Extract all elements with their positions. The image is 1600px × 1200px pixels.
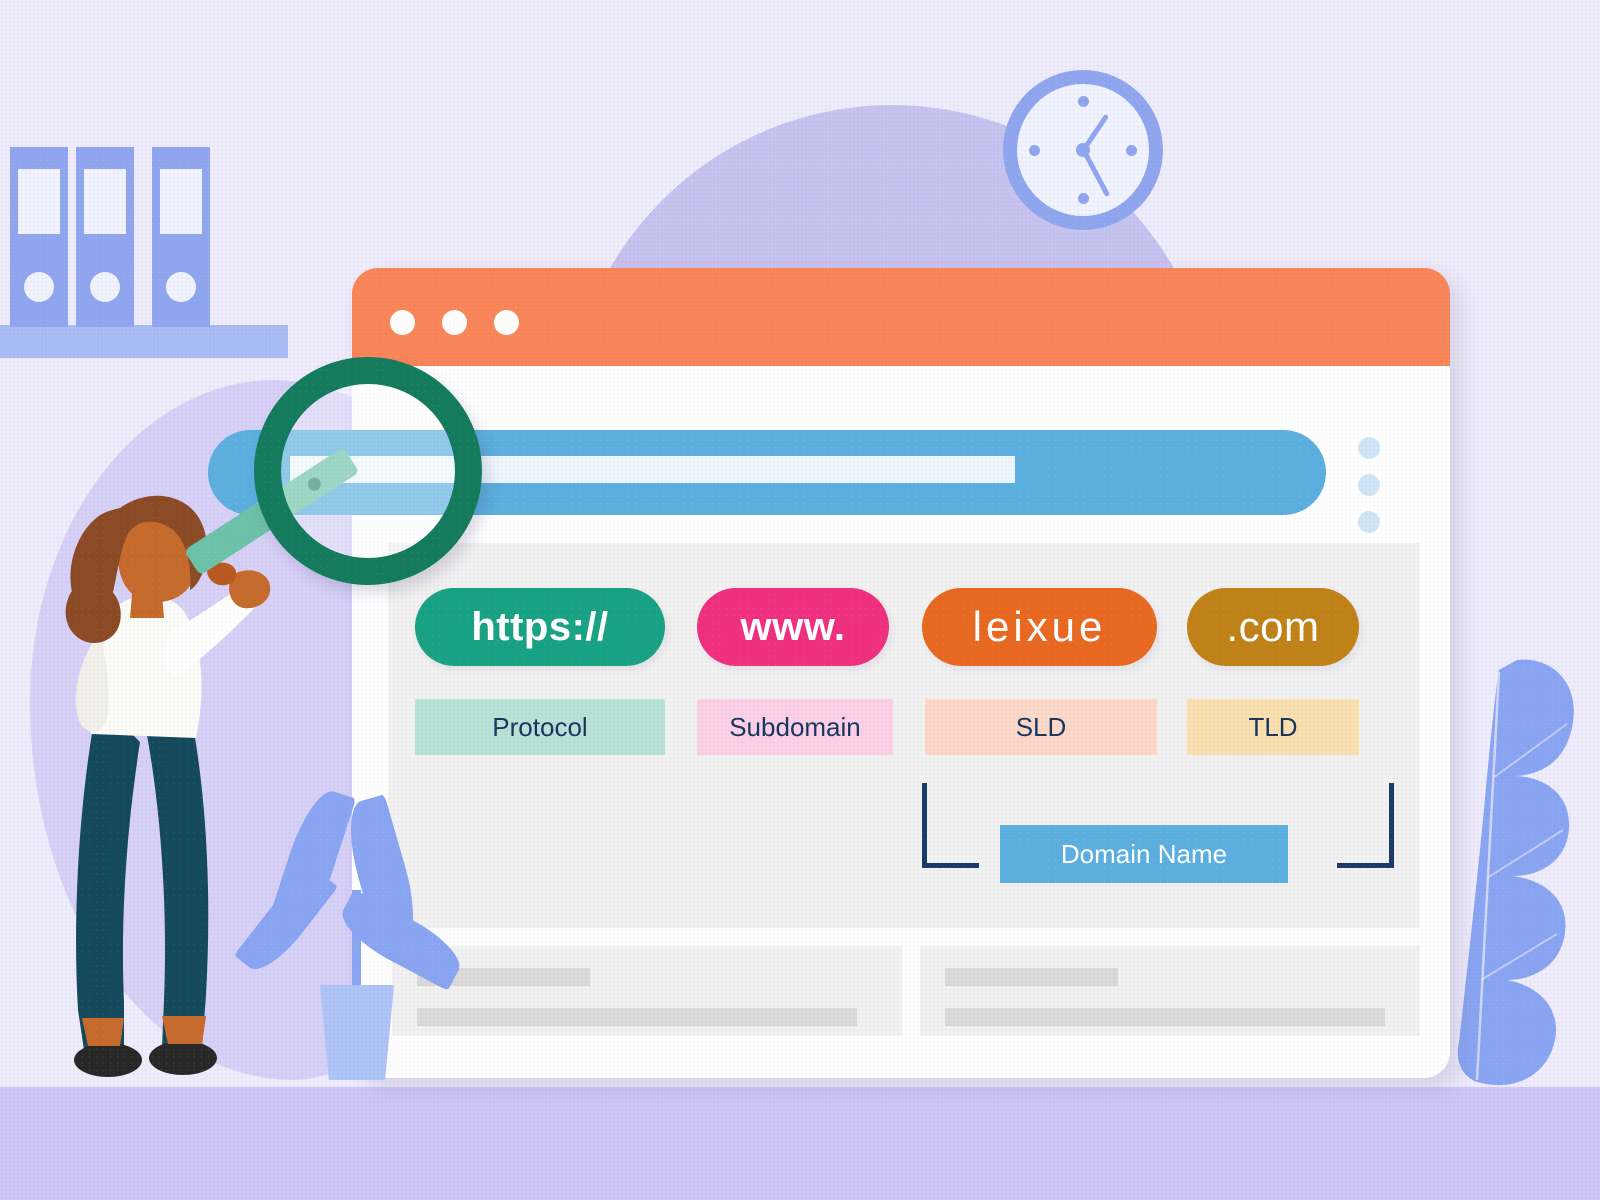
person-shoe-left: [74, 1043, 142, 1077]
binder-label: [18, 169, 60, 234]
url-label-tld-text: TLD: [1248, 711, 1298, 742]
url-pill-subdomain-text: www.: [740, 604, 846, 649]
person-pants-right: [140, 700, 209, 1048]
clock-center-hub: [1076, 143, 1090, 157]
placeholder-line-long: [945, 1008, 1385, 1026]
clock-face: [1017, 84, 1149, 216]
person-shoe-right: [149, 1041, 217, 1075]
binder-ring-hole: [24, 272, 54, 302]
plant-pot: [320, 985, 394, 1080]
url-pill-tld[interactable]: .com: [1187, 588, 1359, 666]
url-pill-tld-text: .com: [1226, 603, 1320, 650]
shelf-board: [0, 325, 288, 358]
domain-name-chip: Domain Name: [1000, 825, 1288, 883]
domain-name-chip-text: Domain Name: [1060, 838, 1228, 869]
clock-marker-12: [1077, 96, 1089, 107]
url-label-subdomain-text: Subdomain: [729, 711, 861, 742]
url-pill-protocol[interactable]: https://: [415, 588, 665, 666]
content-card-right: [920, 946, 1420, 1036]
magnifier-ring[interactable]: [254, 357, 482, 585]
binder-3: [152, 147, 210, 327]
binder-1: [10, 147, 68, 327]
window-minimize-dot-icon[interactable]: [442, 310, 467, 335]
url-pill-sld-text: leixue: [972, 603, 1107, 650]
person-pants-left: [76, 700, 140, 1050]
url-label-protocol-text: Protocol: [492, 711, 588, 742]
placeholder-line-long: [417, 1008, 857, 1026]
binder-ring-hole: [166, 272, 196, 302]
person-ankle-left: [82, 1018, 124, 1046]
clock-marker-3: [1126, 144, 1137, 156]
illustration-canvas: https:// www. leixue .com Protocol Subdo…: [0, 0, 1600, 1200]
placeholder-line-short: [945, 968, 1118, 986]
url-label-subdomain: Subdomain: [697, 699, 893, 755]
url-label-sld-text: SLD: [1015, 711, 1067, 742]
kebab-dot-3: [1358, 511, 1380, 533]
url-label-sld: SLD: [925, 699, 1157, 755]
binder-2: [76, 147, 134, 327]
url-label-tld: TLD: [1187, 699, 1359, 755]
url-pill-protocol-text: https://: [471, 604, 609, 649]
floor-band: [0, 1087, 1600, 1200]
url-pill-sld[interactable]: leixue: [922, 588, 1157, 666]
clock-marker-9: [1029, 144, 1040, 156]
person-sleeve-left: [75, 640, 109, 732]
url-label-protocol: Protocol: [415, 699, 665, 755]
window-maximize-dot-icon[interactable]: [494, 310, 519, 335]
domain-bracket-left: [922, 783, 979, 868]
binder-label: [160, 169, 202, 234]
window-close-dot-icon[interactable]: [390, 310, 415, 335]
url-pill-subdomain[interactable]: www.: [697, 588, 889, 666]
binder-label: [84, 169, 126, 234]
kebab-dot-2: [1358, 474, 1380, 496]
binder-ring-hole: [90, 272, 120, 302]
person-figure: [65, 495, 271, 1077]
kebab-dot-1: [1358, 437, 1380, 459]
person-ankle-right: [162, 1016, 206, 1044]
overflow-menu-icon[interactable]: [1358, 437, 1380, 548]
oak-leaf-icon: [1457, 659, 1574, 1086]
clock-marker-6: [1077, 193, 1089, 204]
browser-titlebar: [352, 268, 1450, 366]
wall-clock-icon: [1003, 70, 1163, 230]
domain-bracket-right: [1337, 783, 1394, 868]
content-card-left: [392, 946, 902, 1036]
